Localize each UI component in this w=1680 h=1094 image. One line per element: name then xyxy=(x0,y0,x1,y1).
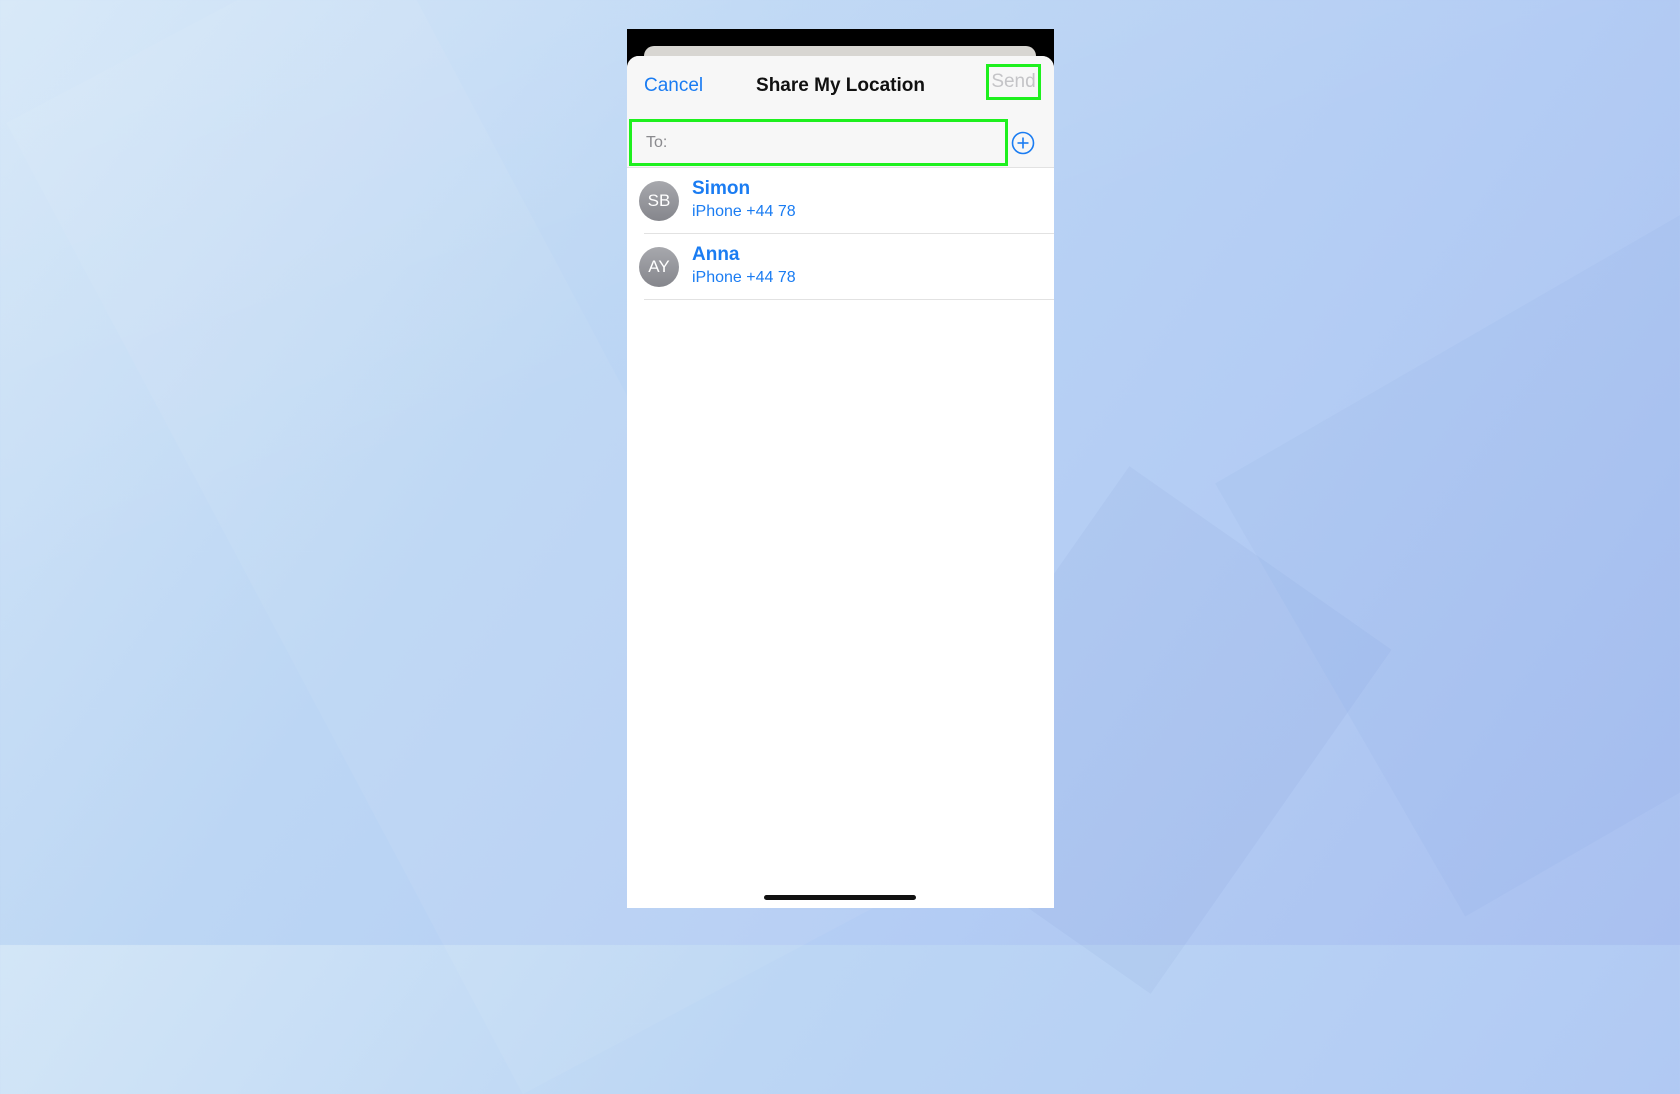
to-input[interactable] xyxy=(676,130,1000,160)
contact-detail: iPhone +44 78 xyxy=(692,203,796,220)
divider xyxy=(644,299,1054,300)
send-button[interactable]: Send xyxy=(989,67,1038,97)
avatar: SB xyxy=(639,181,679,221)
home-indicator[interactable] xyxy=(764,895,916,900)
contact-detail: iPhone +44 78 xyxy=(692,269,796,286)
to-field-highlight-box: To: xyxy=(629,119,1008,166)
to-label: To: xyxy=(646,134,668,151)
plus-circle-icon[interactable] xyxy=(1011,131,1035,155)
phone-screen: Cancel Share My Location Send To: SB Sim… xyxy=(627,29,1054,908)
contact-name: Simon xyxy=(692,178,751,199)
send-highlight-box: Send xyxy=(986,64,1041,100)
avatar: AY xyxy=(639,247,679,287)
recipient-row: To: xyxy=(627,119,1054,168)
contact-row-anna[interactable]: AY Anna iPhone +44 78 xyxy=(627,234,1054,300)
contact-row-simon[interactable]: SB Simon iPhone +44 78 xyxy=(627,168,1054,234)
contact-name: Anna xyxy=(692,244,740,265)
background-shape xyxy=(1215,183,1680,917)
share-location-sheet: Cancel Share My Location Send To: SB Sim… xyxy=(627,56,1054,908)
navigation-bar: Cancel Share My Location Send xyxy=(627,56,1054,119)
